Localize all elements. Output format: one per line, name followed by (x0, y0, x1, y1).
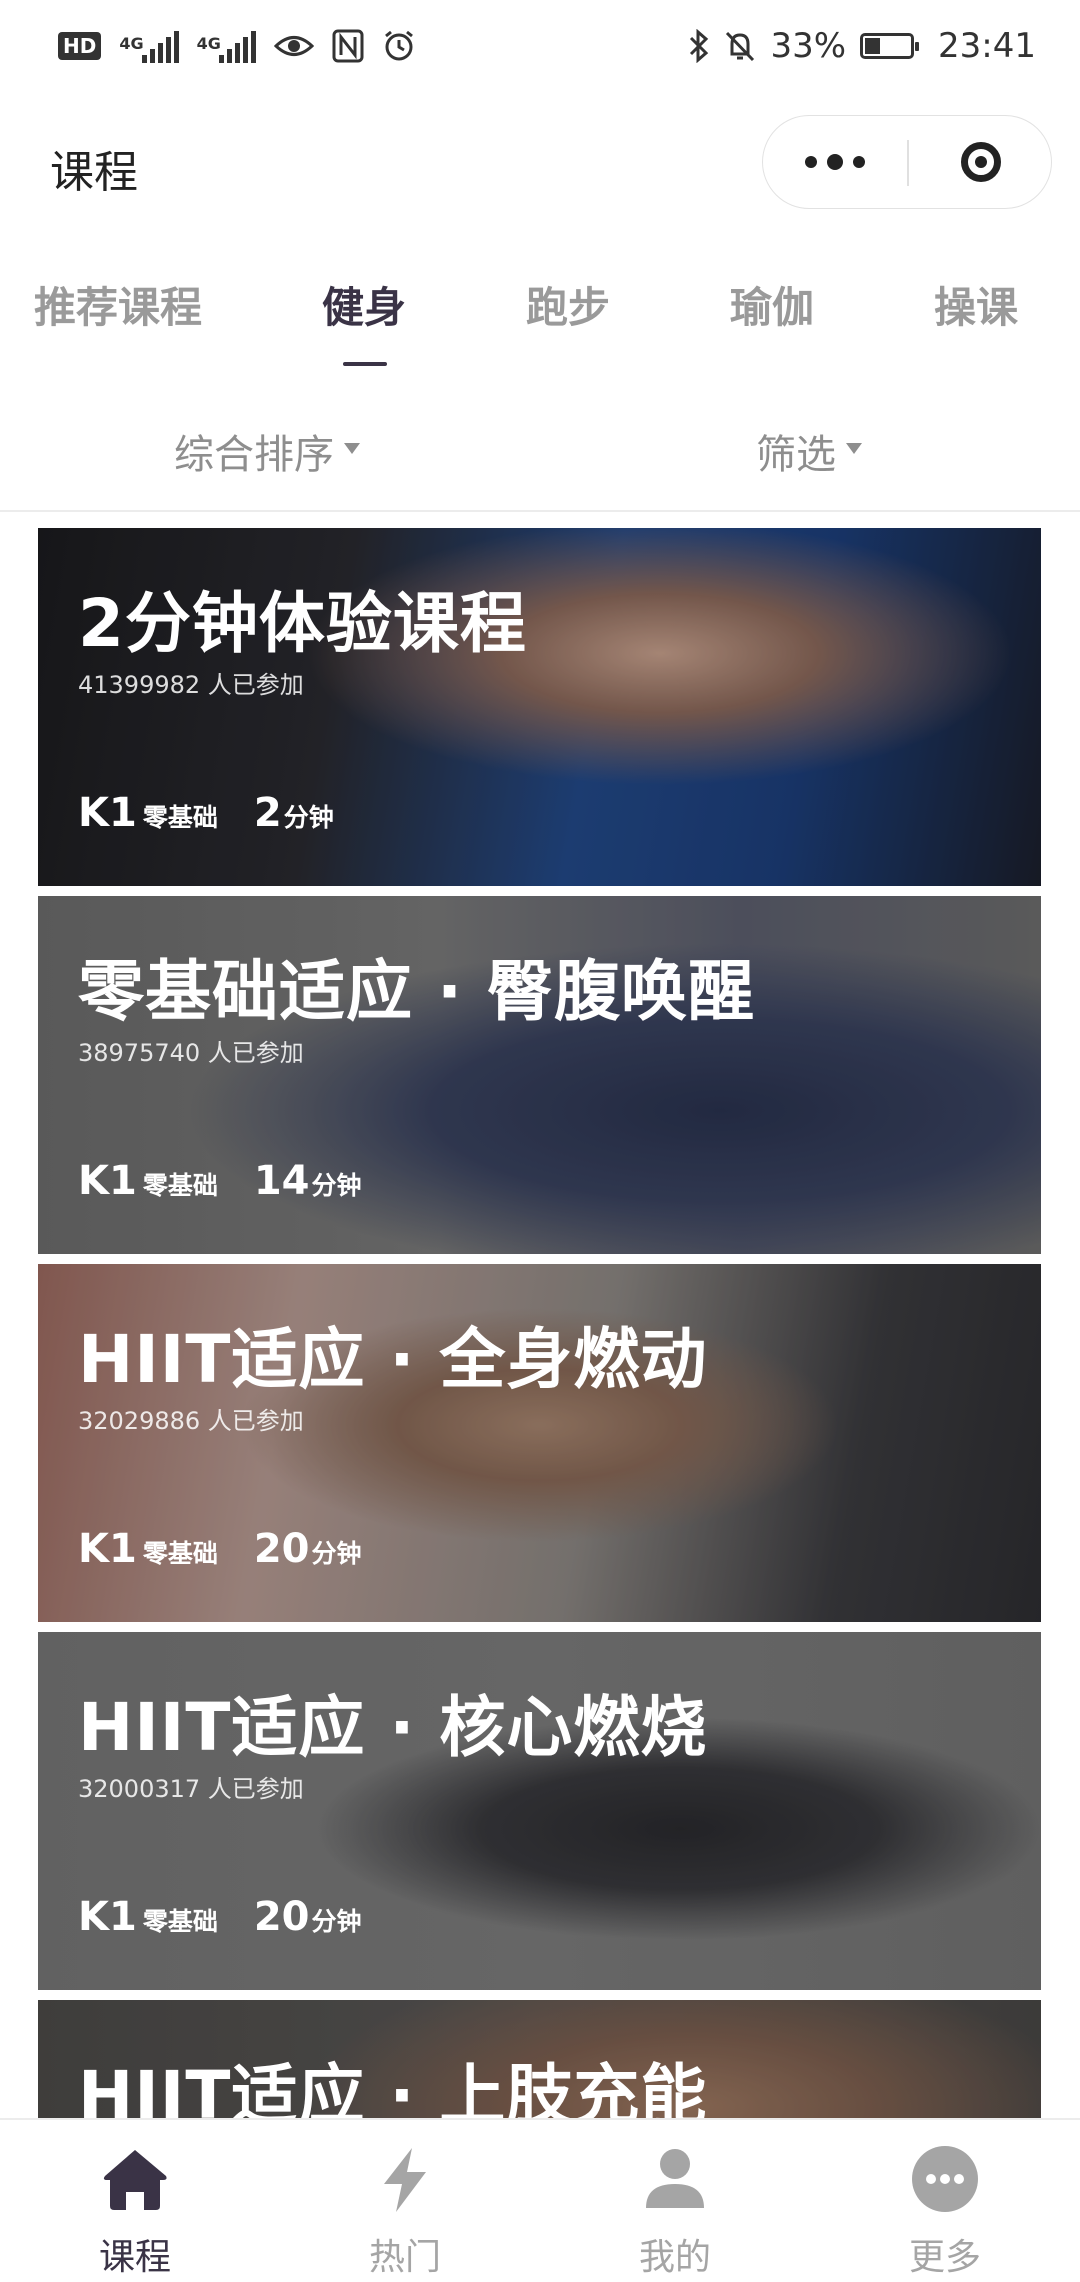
level-name: 零基础 (142, 1539, 218, 1568)
duration-unit: 分钟 (283, 803, 334, 832)
sort-label: 综合排序 (174, 432, 334, 478)
participant-count: 32000317 人已参加 (78, 1775, 304, 1803)
tabbar-label: 热门 (368, 2237, 441, 2278)
course-list: 2分钟体验课程 41399982 人已参加 K1 零基础 2 分钟 零基础适应 … (38, 528, 1041, 2118)
course-title: 2分钟体验课程 (78, 585, 527, 662)
more-circle-icon (912, 2146, 978, 2212)
tabbar-courses[interactable]: 课程 (0, 2120, 270, 2282)
tabbar-hot[interactable]: 热门 (270, 2120, 540, 2282)
level-code: K1 (78, 790, 137, 836)
battery-percent: 33% (770, 26, 847, 66)
course-title: HIIT适应 · 上肢充能 (78, 2057, 708, 2118)
bottom-tab-bar: 课程 热门 我的 更多 (0, 2118, 1080, 2282)
tabbar-label: 更多 (908, 2237, 981, 2278)
duration-unit: 分钟 (311, 1171, 362, 1200)
target-close-icon[interactable] (909, 116, 1053, 208)
level-name: 零基础 (142, 803, 218, 832)
category-tabs: 推荐课程 健身 跑步 瑜伽 操课 (0, 232, 1080, 380)
signal-2-icon: 4G (197, 29, 256, 63)
participant-count: 41399982 人已参加 (78, 671, 304, 699)
signal-1-icon: 4G (119, 29, 179, 63)
course-card[interactable]: 零基础适应 · 臀腹唤醒 38975740 人已参加 K1 零基础 14 分钟 (38, 896, 1041, 1254)
tab-aerobics[interactable]: 操课 (934, 274, 1018, 335)
tabbar-more[interactable]: 更多 (810, 2120, 1080, 2282)
lightning-icon (384, 2148, 426, 2212)
tab-running[interactable]: 跑步 (526, 274, 610, 335)
duration-value: 2 (253, 790, 282, 836)
duration-value: 20 (253, 1526, 310, 1572)
participant-count: 32029886 人已参加 (78, 1407, 304, 1435)
course-card[interactable]: HIIT适应 · 上肢充能 (38, 2000, 1041, 2118)
course-meta: K1 零基础 20 分钟 (78, 1526, 362, 1572)
header: 课程 (0, 92, 1080, 232)
course-meta: K1 零基础 14 分钟 (78, 1158, 362, 1204)
battery-icon (860, 33, 920, 59)
status-left-icons: HD 4G 4G (58, 22, 416, 70)
hd-badge: HD (58, 32, 102, 60)
course-card[interactable]: HIIT适应 · 核心燃烧 32000317 人已参加 K1 零基础 20 分钟 (38, 1632, 1041, 1990)
caret-down-icon (344, 442, 360, 454)
tab-yoga[interactable]: 瑜伽 (730, 274, 814, 335)
duration-unit: 分钟 (311, 1907, 362, 1936)
course-card[interactable]: HIIT适应 · 全身燃动 32029886 人已参加 K1 零基础 20 分钟 (38, 1264, 1041, 1622)
course-meta: K1 零基础 2 分钟 (78, 790, 334, 836)
level-name: 零基础 (142, 1907, 218, 1936)
course-card[interactable]: 2分钟体验课程 41399982 人已参加 K1 零基础 2 分钟 (38, 528, 1041, 886)
tab-recommended[interactable]: 推荐课程 (34, 274, 202, 335)
clock-time: 23:41 (938, 26, 1036, 66)
status-bar: HD 4G 4G 33% 23:41 (0, 0, 1080, 92)
person-icon (646, 2149, 704, 2208)
home-icon (103, 2150, 167, 2210)
course-title: HIIT适应 · 全身燃动 (78, 1321, 708, 1398)
duration-value: 20 (253, 1894, 310, 1940)
bluetooth-icon (690, 29, 709, 63)
tab-fitness[interactable]: 健身 (322, 274, 406, 335)
sort-filter-bar: 综合排序 筛选 (0, 380, 1080, 512)
duration-unit: 分钟 (311, 1539, 362, 1568)
mute-bell-icon (726, 31, 755, 62)
duration-value: 14 (253, 1158, 310, 1204)
sort-dropdown[interactable]: 综合排序 (174, 422, 360, 480)
caret-down-icon (846, 442, 862, 454)
status-right-icons: 33% 23:41 (688, 22, 1036, 70)
participant-count: 38975740 人已参加 (78, 1039, 304, 1067)
filter-dropdown[interactable]: 筛选 (756, 422, 862, 480)
level-code: K1 (78, 1158, 137, 1204)
page-title: 课程 (50, 147, 138, 198)
tabbar-label: 课程 (98, 2237, 171, 2278)
course-title: 零基础适应 · 臀腹唤醒 (78, 953, 756, 1030)
eye-icon (273, 36, 314, 56)
course-title: HIIT适应 · 核心燃烧 (78, 1689, 708, 1766)
tabbar-label: 我的 (638, 2237, 711, 2278)
level-code: K1 (78, 1526, 137, 1572)
more-dots-icon[interactable] (763, 116, 907, 208)
alarm-icon (384, 30, 413, 61)
filter-label: 筛选 (756, 432, 836, 478)
level-name: 零基础 (142, 1171, 218, 1200)
course-meta: K1 零基础 20 分钟 (78, 1894, 362, 1940)
miniprogram-capsule (762, 115, 1052, 209)
active-tab-indicator (343, 362, 387, 366)
tabbar-mine[interactable]: 我的 (540, 2120, 810, 2282)
nfc-icon (332, 29, 364, 63)
level-code: K1 (78, 1894, 137, 1940)
